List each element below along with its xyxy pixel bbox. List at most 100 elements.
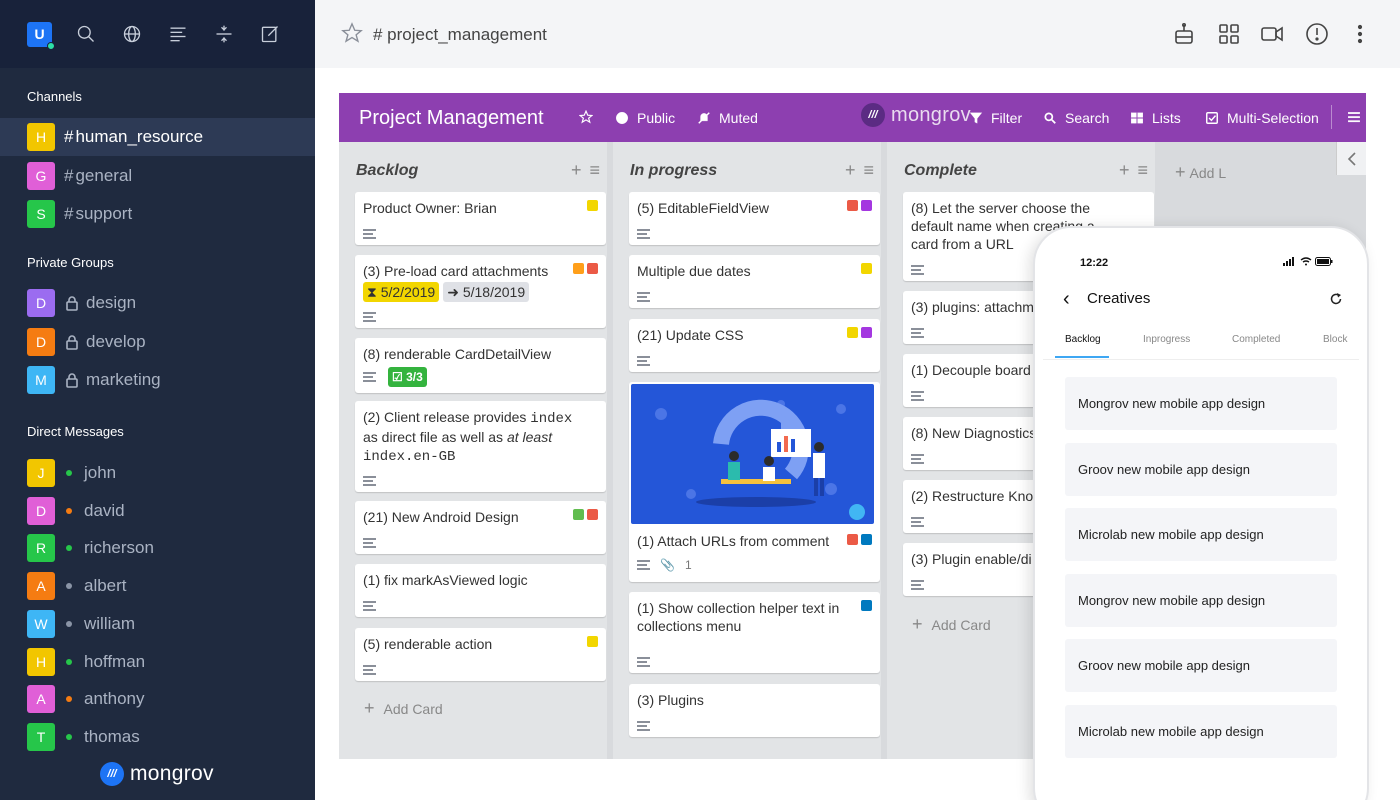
channel-item-support[interactable]: S # support [0, 195, 315, 233]
card[interactable]: (5) renderable action [355, 628, 606, 681]
list-menu-icon[interactable]: ≡ [1138, 161, 1149, 179]
group-item-marketing[interactable]: Mmarketing [0, 361, 315, 399]
checklist-badge: ☑ 3/3 [388, 367, 427, 387]
group-item-design[interactable]: Ddesign [0, 284, 315, 322]
card[interactable]: Multiple due dates [629, 255, 880, 308]
card-title: Product Owner: Brian [363, 200, 497, 216]
add-card-plus-icon[interactable]: + [571, 161, 582, 179]
refresh-icon[interactable] [1329, 292, 1343, 311]
add-card-label: Add Card [383, 701, 443, 717]
start-date: 5/18/2019 [462, 284, 526, 300]
mobile-tab-backlog[interactable]: Backlog [1065, 334, 1101, 345]
kebab-menu-icon[interactable] [1348, 22, 1372, 46]
mobile-card[interactable]: Mongrov new mobile app design [1065, 377, 1337, 430]
mobile-card[interactable]: Mongrov new mobile app design [1065, 574, 1337, 627]
card[interactable]: Product Owner: Brian [355, 192, 606, 245]
lists-button[interactable]: Lists [1130, 110, 1181, 126]
add-card-button[interactable]: + Add Card [912, 614, 991, 635]
board-logo-text: mongrov [891, 103, 971, 126]
mongrov-logo-text: mongrov [130, 762, 214, 785]
presence-dot [66, 733, 72, 740]
avatar: D [27, 289, 55, 317]
dm-item-albert[interactable]: Aalbert [0, 567, 315, 605]
back-arrow-icon[interactable]: ‹ [1063, 288, 1070, 311]
search-button[interactable]: Search [1043, 110, 1109, 126]
label-red [847, 200, 858, 211]
mobile-tab-completed[interactable]: Completed [1232, 334, 1280, 345]
dm-item-john[interactable]: Jjohn [0, 454, 315, 492]
label-orange [573, 263, 584, 274]
label-red [587, 263, 598, 274]
avatar: D [27, 327, 55, 356]
add-list-button[interactable]: + Add L [1175, 162, 1226, 183]
list-menu-icon[interactable]: ≡ [590, 161, 601, 179]
card-title: (1) fix markAsViewed logic [363, 572, 528, 588]
dm-item-richerson[interactable]: Rricherson [0, 529, 315, 567]
checkbox-icon [1206, 112, 1218, 124]
board-visibility[interactable]: Public [615, 110, 675, 126]
header-divider [1331, 105, 1332, 129]
description-icon [363, 372, 376, 382]
sort-list-icon[interactable] [166, 22, 190, 46]
favorite-star-icon[interactable] [341, 22, 363, 49]
board-star-icon[interactable] [579, 110, 593, 124]
status-icons [1283, 257, 1333, 266]
directory-globe-icon[interactable] [120, 22, 144, 46]
mobile-card[interactable]: Groov new mobile app design [1065, 639, 1337, 692]
bot-icon[interactable] [1172, 22, 1196, 46]
list-title[interactable]: Backlog [356, 162, 418, 180]
apps-grid-icon[interactable] [1217, 22, 1241, 46]
dm-item-anthony[interactable]: Aanthony [0, 680, 315, 718]
collapse-sidebar-chevron-icon[interactable] [1336, 142, 1366, 175]
card[interactable]: (1) Show collection helper text in colle… [629, 592, 880, 673]
mobile-card[interactable]: Groov new mobile app design [1065, 443, 1337, 496]
cover-illustration [631, 384, 874, 524]
dm-item-thomas[interactable]: Tthomas [0, 718, 315, 756]
group-item-develop[interactable]: Ddevelop [0, 323, 315, 361]
filter-button[interactable]: Filter [969, 110, 1022, 126]
card[interactable]: (5) EditableFieldView [629, 192, 880, 245]
dm-item-david[interactable]: Ddavid [0, 492, 315, 530]
board-muted[interactable]: Muted [697, 110, 758, 126]
card[interactable]: (3) Plugins [629, 684, 880, 737]
lock-icon [64, 334, 80, 350]
mobile-tab-inprogress[interactable]: Inprogress [1143, 334, 1190, 345]
card-title: (3) Plugins [637, 692, 704, 708]
mobile-tab-block[interactable]: Block [1323, 334, 1347, 345]
description-icon [911, 328, 924, 338]
list-title[interactable]: Complete [904, 162, 977, 180]
card[interactable]: (3) Pre-load card attachments ⧗ 5/2/2019… [355, 255, 606, 328]
channel-item-general[interactable]: G # general [0, 157, 315, 195]
user-avatar[interactable]: U [27, 21, 55, 50]
hamburger-menu-icon[interactable] [1347, 110, 1361, 124]
card[interactable]: (1) fix markAsViewed logic [355, 564, 606, 617]
view-mode-icon[interactable] [212, 22, 236, 46]
mobile-card[interactable]: Microlab new mobile app design [1065, 508, 1337, 561]
card[interactable]: (2) Client release provides index as dir… [355, 401, 606, 492]
card-labels [847, 327, 872, 338]
add-card-plus-icon[interactable]: + [845, 161, 856, 179]
card[interactable]: (21) New Android Design [355, 501, 606, 554]
video-call-icon[interactable] [1260, 22, 1284, 46]
dm-item-william[interactable]: Wwilliam [0, 605, 315, 643]
multi-selection-button[interactable]: Multi-Selection [1205, 110, 1319, 126]
board-muted-label: Muted [719, 110, 758, 126]
list-menu-icon[interactable]: ≡ [864, 161, 875, 179]
card[interactable]: (21) Update CSS [629, 319, 880, 372]
board-title[interactable]: Project Management [359, 107, 544, 130]
search-icon[interactable] [74, 22, 98, 46]
due-date-badge[interactable]: ⧗ 5/2/2019 [363, 282, 440, 302]
card[interactable]: (8) renderable CardDetailView ☑ 3/3 [355, 338, 606, 393]
description-icon [363, 476, 376, 486]
list-in-progress: In progress + ≡ (5) EditableFieldView Mul… [613, 142, 881, 759]
list-title[interactable]: In progress [630, 162, 717, 180]
room-info-icon[interactable] [1305, 22, 1329, 46]
mobile-card[interactable]: Microlab new mobile app design [1065, 705, 1337, 758]
add-card-button[interactable]: + Add Card [364, 698, 443, 719]
start-date-badge[interactable]: ➜ 5/18/2019 [443, 282, 530, 302]
card-with-cover[interactable]: (1) Attach URLs from comment 📎 1 [629, 382, 880, 582]
dm-item-hoffman[interactable]: Hhoffman [0, 643, 315, 681]
channel-item-human_resource[interactable]: H # human_resource [0, 118, 315, 156]
compose-icon[interactable] [258, 22, 282, 46]
add-card-plus-icon[interactable]: + [1119, 161, 1130, 179]
